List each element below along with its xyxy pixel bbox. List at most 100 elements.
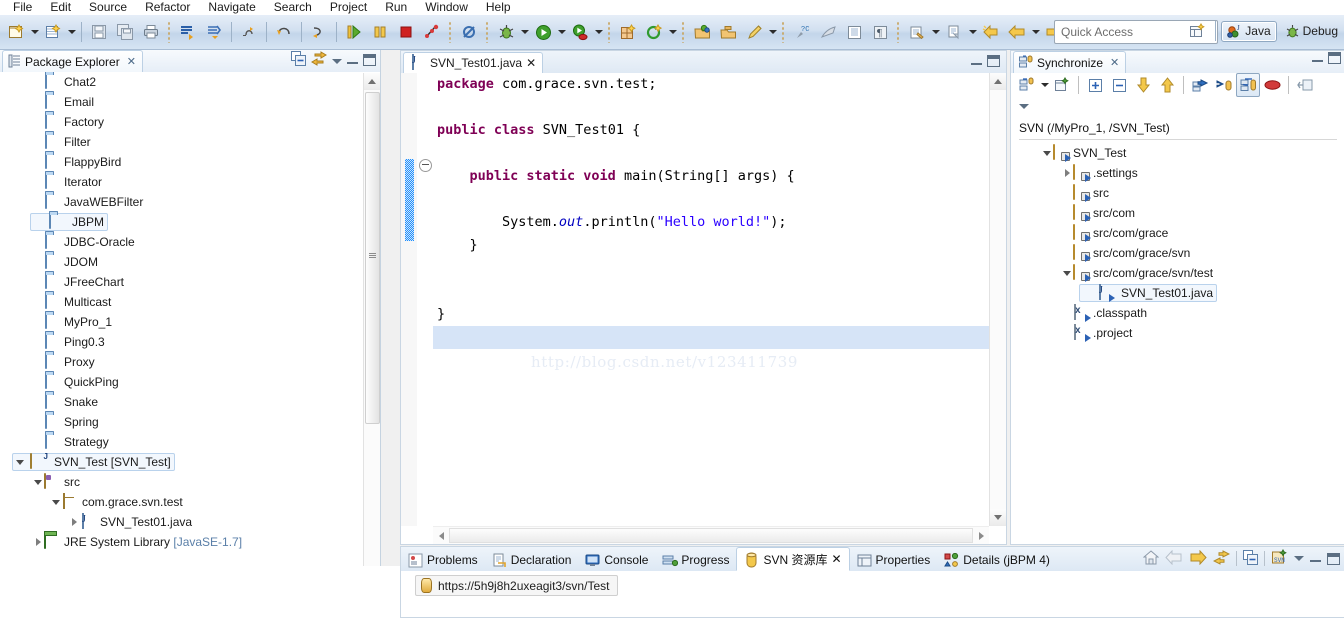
menu-item-project[interactable]: Project bbox=[321, 0, 376, 15]
pilcrow-icon[interactable]: ¶ bbox=[867, 19, 893, 45]
tree-item[interactable]: QuickPing bbox=[0, 372, 380, 392]
code-line[interactable] bbox=[433, 257, 989, 280]
tree-item[interactable]: JavaWEBFilter bbox=[0, 192, 380, 212]
tree-item[interactable]: src bbox=[0, 472, 380, 492]
debug-dropdown-arrow[interactable] bbox=[519, 20, 530, 44]
minimize-icon[interactable] bbox=[1310, 554, 1321, 563]
back-icon[interactable] bbox=[271, 19, 297, 45]
code-line[interactable]: package com.grace.svn.test; bbox=[433, 73, 989, 96]
tree-item[interactable]: Snake bbox=[0, 392, 380, 412]
view-menu-icon[interactable] bbox=[1294, 556, 1304, 561]
new-synchronization-icon[interactable] bbox=[1050, 73, 1074, 97]
forward-arrow-icon[interactable] bbox=[1189, 549, 1207, 568]
source-code-text[interactable]: package com.grace.svn.test; public class … bbox=[433, 73, 989, 526]
tree-item[interactable]: MyPro_1 bbox=[0, 312, 380, 332]
toolbar-drag-handle[interactable] bbox=[448, 21, 453, 43]
view-menu-icon[interactable] bbox=[1019, 103, 1029, 109]
new-package-dropdown-arrow[interactable] bbox=[667, 20, 678, 44]
run-debug-step-icon[interactable] bbox=[341, 19, 367, 45]
minimize-icon[interactable] bbox=[347, 56, 358, 65]
bottom-tab-properties[interactable]: Properties bbox=[850, 549, 938, 571]
scroll-up-button[interactable] bbox=[990, 73, 1006, 90]
tab-svn-test01-java[interactable]: SVN_Test01.java ✕ bbox=[403, 52, 544, 74]
scroll-down-button[interactable] bbox=[990, 509, 1006, 526]
tab-package-explorer[interactable]: Package Explorer ✕ bbox=[2, 50, 143, 72]
home-icon[interactable] bbox=[1142, 549, 1160, 568]
code-line[interactable]: public static void main(String[] args) { bbox=[433, 165, 989, 188]
synchronize-dropdown-arrow[interactable] bbox=[1039, 73, 1050, 97]
chevron-right-icon[interactable] bbox=[32, 536, 44, 548]
previous-annotation-icon[interactable] bbox=[201, 19, 227, 45]
link-with-editor-icon[interactable] bbox=[311, 51, 327, 69]
last-edit-location-icon[interactable] bbox=[236, 19, 262, 45]
chevron-right-icon[interactable] bbox=[1061, 167, 1073, 179]
new-repository-location-icon[interactable]: SVN bbox=[1271, 548, 1288, 568]
link-icon[interactable] bbox=[815, 19, 841, 45]
close-icon[interactable]: ✕ bbox=[127, 55, 136, 68]
tree-item[interactable]: SVN_Test01.java bbox=[1011, 283, 1344, 303]
previous-change-icon[interactable] bbox=[1155, 73, 1179, 97]
tree-item[interactable]: Spring bbox=[0, 412, 380, 432]
collapse-all-icon[interactable] bbox=[1243, 549, 1258, 568]
next-change-icon[interactable] bbox=[1131, 73, 1155, 97]
external-tools-dropdown-arrow[interactable] bbox=[593, 20, 604, 44]
bottom-tab-details-jbpm-4[interactable]: Details (jBPM 4) bbox=[937, 549, 1057, 571]
tree-item[interactable]: SVN_Test bbox=[1011, 143, 1344, 163]
open-task-icon[interactable] bbox=[715, 19, 741, 45]
chevron-down-icon[interactable] bbox=[14, 456, 26, 468]
back-arrow-icon[interactable] bbox=[1165, 549, 1183, 568]
editor-line-ruler[interactable] bbox=[401, 73, 418, 526]
code-line[interactable] bbox=[433, 96, 989, 119]
toolbar-drag-handle[interactable] bbox=[896, 21, 901, 43]
open-type-icon[interactable] bbox=[689, 19, 715, 45]
run-external-tools-icon[interactable] bbox=[567, 19, 593, 45]
pin-icon[interactable] bbox=[1293, 73, 1317, 97]
tree-item[interactable]: Factory bbox=[0, 112, 380, 132]
skip-breakpoints-icon[interactable] bbox=[456, 19, 482, 45]
back-dropdown-arrow[interactable] bbox=[1030, 20, 1041, 44]
toggle-mark-occurrences-icon[interactable]: ?C bbox=[789, 19, 815, 45]
menu-item-help[interactable]: Help bbox=[477, 0, 520, 15]
chevron-right-icon[interactable] bbox=[68, 516, 80, 528]
tree-item[interactable]: JFreeChart bbox=[0, 272, 380, 292]
minimize-icon[interactable] bbox=[971, 57, 982, 66]
tree-item[interactable]: SVN_Test [SVN_Test] bbox=[0, 452, 380, 472]
synchronize-tree[interactable]: SVN_Test .settings src src/com src/com/grace… bbox=[1011, 143, 1344, 544]
chevron-down-icon[interactable] bbox=[1041, 147, 1053, 159]
expand-all-icon[interactable] bbox=[1083, 73, 1107, 97]
tree-item[interactable]: .settings bbox=[1011, 163, 1344, 183]
disconnect-icon[interactable] bbox=[419, 19, 445, 45]
maximize-icon[interactable] bbox=[987, 55, 1000, 67]
code-line[interactable]: System.out.println("Hello world!"); bbox=[433, 211, 989, 234]
menu-item-navigate[interactable]: Navigate bbox=[199, 0, 264, 15]
collapse-all-icon[interactable] bbox=[1107, 73, 1131, 97]
tree-item[interactable]: FlappyBird bbox=[0, 152, 380, 172]
back-arrow-icon[interactable] bbox=[1004, 19, 1030, 45]
maximize-icon[interactable] bbox=[363, 54, 376, 66]
bottom-tab-problems[interactable]: Problems bbox=[401, 549, 485, 571]
menu-item-source[interactable]: Source bbox=[80, 0, 136, 15]
terminate-icon[interactable] bbox=[393, 19, 419, 45]
open-resource-dropdown-arrow[interactable] bbox=[967, 20, 978, 44]
conflicts-icon[interactable] bbox=[1260, 73, 1284, 97]
scroll-up-button[interactable] bbox=[364, 73, 380, 90]
tree-item[interactable]: Strategy bbox=[0, 432, 380, 452]
search-dropdown-arrow[interactable] bbox=[930, 20, 941, 44]
repository-location-item[interactable]: https://5h9j8h2uxeagit3/svn/Test bbox=[415, 575, 619, 596]
open-perspective-icon[interactable] bbox=[1184, 18, 1210, 44]
save-all-icon[interactable] bbox=[112, 19, 138, 45]
update-icon[interactable] bbox=[1188, 73, 1212, 97]
code-line[interactable] bbox=[433, 326, 989, 349]
toolbar-drag-handle[interactable] bbox=[781, 21, 786, 43]
new-java-project-icon[interactable] bbox=[615, 19, 641, 45]
tree-item[interactable]: src/com/grace/svn/test bbox=[1011, 263, 1344, 283]
new-wizard-icon[interactable] bbox=[3, 19, 29, 45]
toolbar-drag-handle[interactable] bbox=[167, 21, 172, 43]
tree-item[interactable]: Ping0.3 bbox=[0, 332, 380, 352]
bottom-tab-declaration[interactable]: Declaration bbox=[485, 549, 579, 571]
bottom-tab-console[interactable]: Console bbox=[578, 549, 655, 571]
new-package-icon[interactable] bbox=[641, 19, 667, 45]
tree-item[interactable]: Filter bbox=[0, 132, 380, 152]
code-line[interactable] bbox=[433, 280, 989, 303]
menu-item-edit[interactable]: Edit bbox=[41, 0, 80, 15]
